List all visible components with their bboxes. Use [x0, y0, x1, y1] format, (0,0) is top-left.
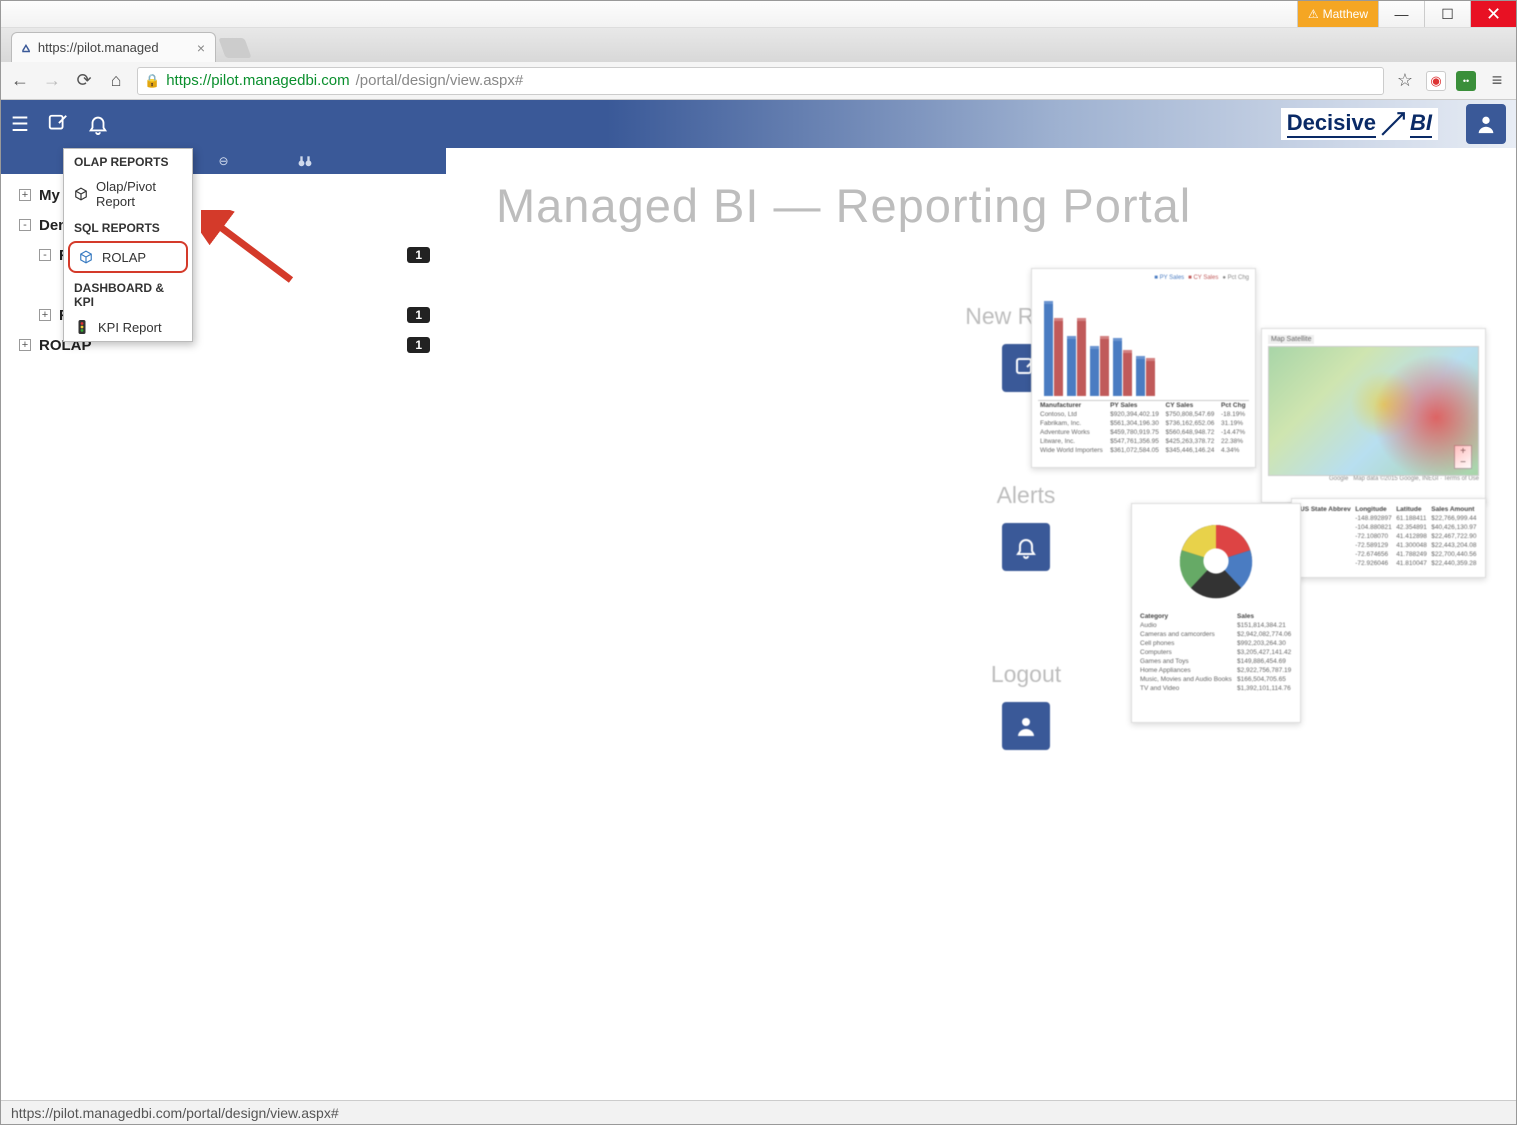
sidebar: ⊖ +My-Den-F1S+F1+ROLAP1 OLAP REPORTSOlap…: [1, 148, 446, 1102]
traffic-light-icon: [74, 319, 90, 335]
content-area: Managed BI — Reporting Portal New Report…: [446, 148, 1516, 1102]
tree-expander-icon[interactable]: +: [19, 339, 31, 351]
dropdown-item-rolap[interactable]: ROLAP: [68, 241, 188, 273]
bookmark-star-icon[interactable]: ☆: [1394, 70, 1416, 91]
tree-expander-icon[interactable]: -: [19, 219, 31, 231]
back-button[interactable]: ←: [9, 70, 31, 91]
thumbnail-bar-chart: ■ PY Sales ■ CY Sales ● Pct Chg Manufact…: [1031, 268, 1256, 468]
tree-expander-icon[interactable]: +: [19, 189, 31, 201]
windows-user-badge: ⚠ Matthew: [1297, 1, 1378, 27]
dropdown-item-kpi-report[interactable]: KPI Report: [64, 313, 192, 341]
page-title: Managed BI — Reporting Portal: [496, 178, 1496, 233]
thumbnail-map: Map Satellite +− Google Map data ©2015 G…: [1261, 328, 1486, 503]
chrome-menu-icon[interactable]: ≡: [1486, 70, 1508, 91]
window-close-button[interactable]: ✕: [1470, 1, 1516, 27]
extension-icon-1[interactable]: ◉: [1426, 71, 1446, 91]
dropdown-item-label: Olap/Pivot Report: [96, 179, 182, 209]
count-badge: 1: [407, 307, 430, 323]
tree-label: My: [39, 187, 60, 204]
logo-arrow-icon: [1380, 111, 1406, 137]
reload-button[interactable]: ⟳: [73, 70, 95, 91]
window-maximize-button[interactable]: ☐: [1424, 1, 1470, 27]
browser-toolbar: ← → ⟳ ⌂ 🔒 https://pilot.managedbi.com/po…: [1, 62, 1516, 100]
tab-close-icon[interactable]: ×: [197, 40, 205, 56]
count-badge: 1: [407, 337, 430, 353]
dropdown-item-label: KPI Report: [98, 320, 162, 335]
address-bar[interactable]: 🔒 https://pilot.managedbi.com/portal/des…: [137, 67, 1384, 95]
tab-title: https://pilot.managed: [38, 40, 159, 55]
dropdown-section-header: OLAP REPORTS: [64, 149, 192, 173]
app-logo: Decisive BI: [1281, 108, 1438, 140]
statusbar-text: https://pilot.managedbi.com/portal/desig…: [11, 1105, 339, 1121]
report-thumbnails: ■ PY Sales ■ CY Sales ● Pct Chg Manufact…: [1026, 268, 1486, 748]
tree-expander-icon[interactable]: -: [39, 249, 51, 261]
count-badge: 1: [407, 247, 430, 263]
cube-blue-icon: [78, 249, 94, 265]
tree-expander-icon[interactable]: +: [39, 309, 51, 321]
extension-icon-2[interactable]: ••: [1456, 71, 1476, 91]
dropdown-item-label: ROLAP: [102, 250, 146, 265]
new-tab-button[interactable]: [218, 38, 251, 58]
edit-icon[interactable]: [47, 113, 69, 135]
dropdown-section-header: DASHBOARD & KPI: [64, 275, 192, 313]
logo-text-right: BI: [1410, 110, 1432, 138]
lock-icon: 🔒: [144, 73, 160, 89]
dropdown-section-header: SQL REPORTS: [64, 215, 192, 239]
window-minimize-button[interactable]: —: [1378, 1, 1424, 27]
map-zoom-controls: +−: [1454, 445, 1472, 469]
browser-tab[interactable]: ⩟ https://pilot.managed ×: [11, 32, 216, 62]
url-path-part: /portal/design/view.aspx#: [356, 72, 524, 89]
site-favicon-icon: ⩟: [22, 40, 30, 56]
user-profile-button[interactable]: [1466, 104, 1506, 144]
annotation-arrow-icon: [201, 210, 301, 290]
logo-text-left: Decisive: [1287, 110, 1376, 138]
cube-icon: [74, 186, 88, 202]
browser-tab-strip: ⩟ https://pilot.managed ×: [1, 28, 1516, 62]
bell-icon[interactable]: [87, 113, 109, 135]
thumbnail-pie-chart: CategorySalesAudio$151,814,384.21Cameras…: [1131, 503, 1301, 723]
main-split: ⊖ +My-Den-F1S+F1+ROLAP1 OLAP REPORTSOlap…: [1, 148, 1516, 1102]
browser-statusbar: https://pilot.managedbi.com/portal/desig…: [1, 1100, 1516, 1124]
windows-user-label: Matthew: [1323, 7, 1368, 21]
url-secure-part: https://pilot.managedbi.com: [166, 72, 349, 89]
new-report-dropdown: OLAP REPORTS Olap/Pivot Report SQL REPORTS…: [63, 148, 193, 342]
app-header: ☰ Decisive BI: [1, 100, 1516, 148]
dropdown-item-olap-pivot-report[interactable]: Olap/Pivot Report: [64, 173, 192, 215]
binoculars-icon[interactable]: [298, 155, 446, 167]
forward-button: →: [41, 70, 63, 91]
home-button[interactable]: ⌂: [105, 70, 127, 91]
windows-titlebar: ⚠ Matthew — ☐ ✕: [1, 1, 1516, 28]
hamburger-menu-icon[interactable]: ☰: [11, 112, 29, 137]
warning-icon: ⚠: [1308, 7, 1319, 21]
thumbnail-data-table: US State AbbrevLongitudeLatitudeSales Am…: [1291, 498, 1486, 578]
